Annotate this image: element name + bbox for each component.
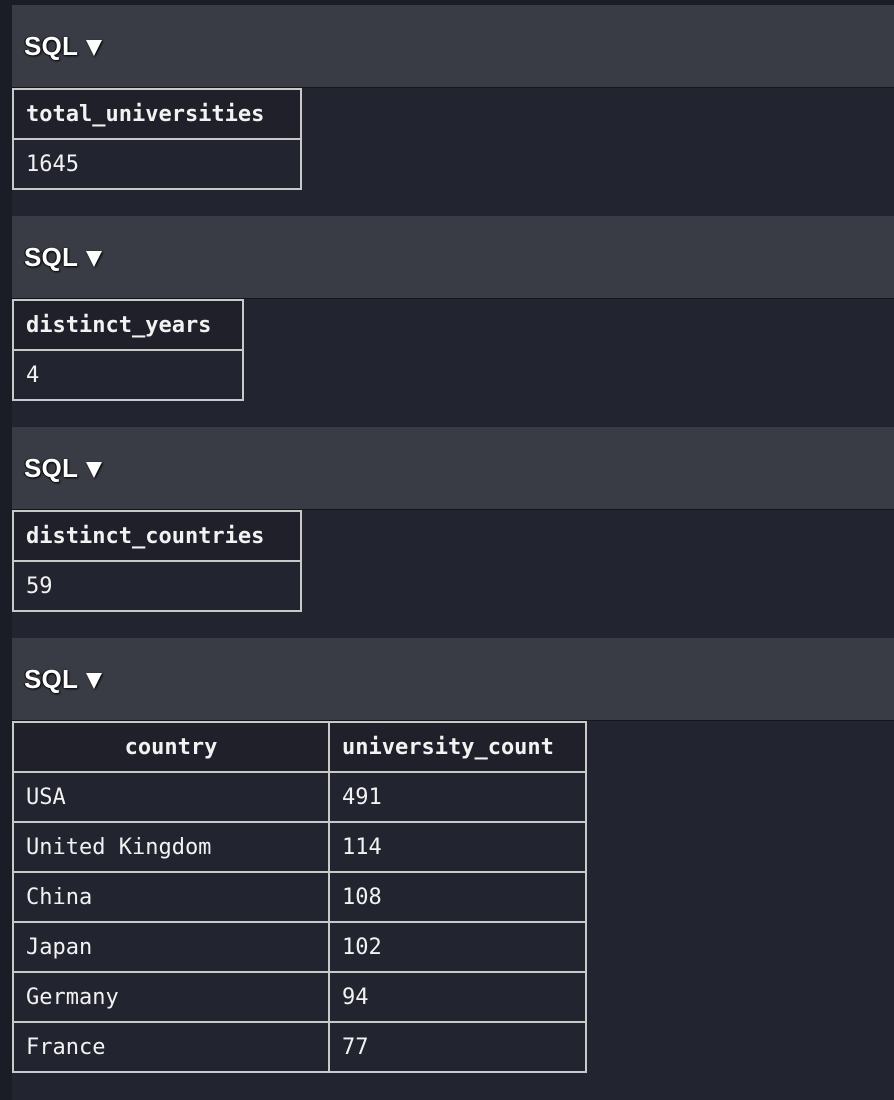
column-header-university-count: university_count [328, 721, 587, 773]
sql-toggle-3[interactable]: SQL [12, 427, 894, 510]
table-header-row: country university_count [12, 721, 587, 773]
caret-down-icon[interactable] [86, 251, 103, 267]
table-cell-count: 491 [328, 771, 587, 823]
table-cell: 1645 [12, 138, 302, 190]
table-cell-count: 114 [328, 821, 587, 873]
sql-label: SQL [24, 663, 79, 694]
result-table-4: country university_count USA 491 United … [12, 721, 587, 1073]
result-area-1: total_universities 1645 [12, 88, 894, 190]
table-row: China 108 [12, 871, 587, 923]
table-header-row: distinct_countries [12, 510, 302, 562]
table-row: Germany 94 [12, 971, 587, 1023]
sql-toggle-2[interactable]: SQL [12, 216, 894, 299]
sql-cell-4: SQL country university_count USA 491 Uni… [12, 638, 894, 1073]
table-row: 1645 [12, 138, 302, 190]
table-row: USA 491 [12, 771, 587, 823]
table-cell-country: China [12, 871, 330, 923]
table-cell-country: Germany [12, 971, 330, 1023]
caret-down-icon[interactable] [86, 673, 103, 689]
table-header-row: total_universities [12, 88, 302, 140]
column-header-country: country [12, 721, 330, 773]
table-row: United Kingdom 114 [12, 821, 587, 873]
table-cell-country: France [12, 1021, 330, 1073]
table-cell-count: 102 [328, 921, 587, 973]
left-gutter [0, 0, 12, 1100]
sql-cell-2: SQL distinct_years 4 [12, 216, 894, 401]
sql-label: SQL [24, 241, 79, 272]
column-header: total_universities [12, 88, 302, 140]
table-row: 4 [12, 349, 244, 401]
sql-label: SQL [24, 452, 79, 483]
sql-toggle-4[interactable]: SQL [12, 638, 894, 721]
column-header: distinct_years [12, 299, 244, 351]
sql-cell-3: SQL distinct_countries 59 [12, 427, 894, 612]
sql-label: SQL [24, 30, 79, 61]
result-area-2: distinct_years 4 [12, 299, 894, 401]
table-row: France 77 [12, 1021, 587, 1073]
result-area-3: distinct_countries 59 [12, 510, 894, 612]
result-table-3: distinct_countries 59 [12, 510, 302, 612]
caret-down-icon[interactable] [86, 40, 103, 56]
result-table-2: distinct_years 4 [12, 299, 244, 401]
table-cell-country: Japan [12, 921, 330, 973]
caret-down-icon[interactable] [86, 462, 103, 478]
table-cell-country: USA [12, 771, 330, 823]
table-header-row: distinct_years [12, 299, 244, 351]
result-area-4: country university_count USA 491 United … [12, 721, 894, 1073]
table-cell-count: 77 [328, 1021, 587, 1073]
column-header: distinct_countries [12, 510, 302, 562]
result-table-1: total_universities 1645 [12, 88, 302, 190]
table-cell: 4 [12, 349, 244, 401]
table-cell-country: United Kingdom [12, 821, 330, 873]
table-cell-count: 108 [328, 871, 587, 923]
table-row: Japan 102 [12, 921, 587, 973]
table-cell-count: 94 [328, 971, 587, 1023]
sql-cell-1: SQL total_universities 1645 [12, 5, 894, 190]
table-cell: 59 [12, 560, 302, 612]
table-row: 59 [12, 560, 302, 612]
sql-toggle-1[interactable]: SQL [12, 5, 894, 88]
